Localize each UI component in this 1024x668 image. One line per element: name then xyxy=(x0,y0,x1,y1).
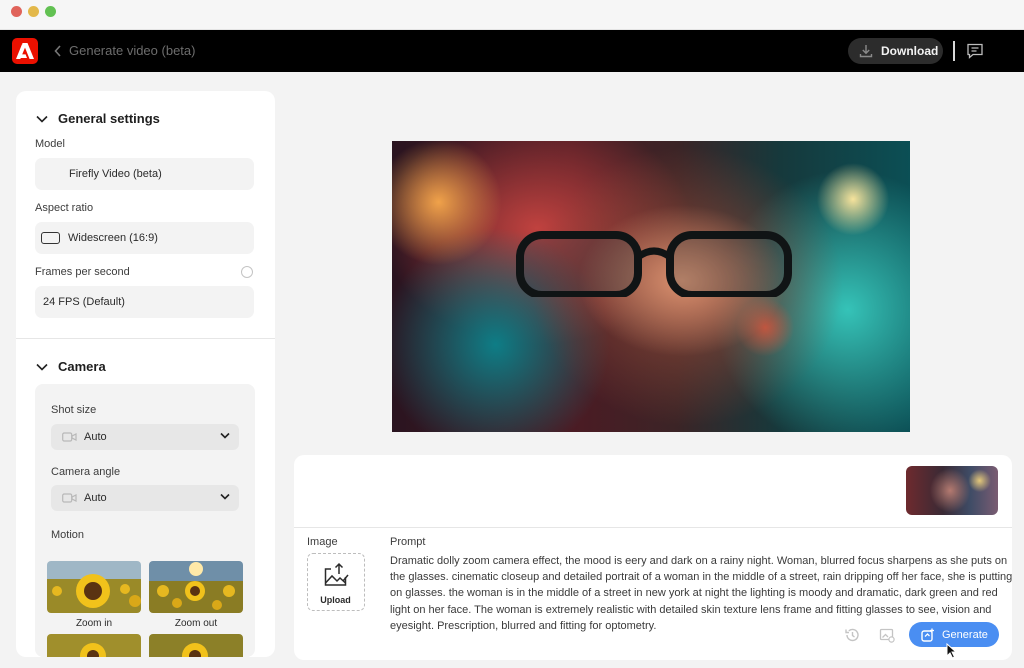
close-window-button[interactable] xyxy=(11,6,22,17)
download-icon xyxy=(859,45,873,58)
camera-angle-select[interactable]: Auto xyxy=(51,485,239,511)
back-chevron-icon[interactable] xyxy=(52,43,64,59)
general-settings-title: General settings xyxy=(58,111,160,126)
prompt-divider xyxy=(294,527,1012,528)
generate-video-icon xyxy=(921,628,934,642)
general-settings-header[interactable]: General settings xyxy=(36,111,160,126)
fps-label: Frames per second xyxy=(35,266,130,278)
chevron-down-icon xyxy=(36,115,48,123)
camera-angle-value: Auto xyxy=(84,492,107,504)
info-icon[interactable] xyxy=(241,266,253,278)
widescreen-icon xyxy=(41,232,60,244)
sunflower-image xyxy=(47,634,141,657)
video-preview[interactable] xyxy=(392,141,910,432)
generated-video-thumbnail[interactable] xyxy=(906,466,998,515)
model-selector[interactable]: Firefly Video (beta) xyxy=(35,158,254,190)
header-divider xyxy=(953,41,955,61)
glasses-shape xyxy=(516,231,792,297)
shot-size-value: Auto xyxy=(84,431,107,443)
motion-label: Motion xyxy=(51,529,85,541)
motion-option-3[interactable] xyxy=(47,634,141,657)
motion-option-zoom-in[interactable] xyxy=(47,561,141,613)
chevron-down-icon xyxy=(220,493,230,500)
panel-divider xyxy=(16,338,275,339)
camera-angle-label: Camera angle xyxy=(51,466,121,478)
camera-section-title: Camera xyxy=(58,359,106,374)
model-label: Model xyxy=(35,138,65,150)
prompt-label: Prompt xyxy=(390,536,426,548)
motion-option-4[interactable] xyxy=(149,634,243,657)
sunflower-image xyxy=(149,634,243,657)
aspect-ratio-label: Aspect ratio xyxy=(35,202,94,214)
motion-label-zoom-in: Zoom in xyxy=(75,618,113,629)
aspect-ratio-value: Widescreen (16:9) xyxy=(68,232,158,244)
mouse-cursor-icon xyxy=(946,643,958,659)
generate-label: Generate xyxy=(942,628,988,641)
maximize-window-button[interactable] xyxy=(45,6,56,17)
shot-size-select[interactable]: Auto xyxy=(51,424,239,450)
page-title: Generate video (beta) xyxy=(69,43,196,58)
download-button[interactable]: Download xyxy=(848,38,943,64)
download-label: Download xyxy=(881,44,939,58)
upload-label: Upload xyxy=(320,595,351,605)
aspect-ratio-selector[interactable]: Widescreen (16:9) xyxy=(35,222,254,254)
image-upload-icon xyxy=(324,562,349,586)
chevron-down-icon xyxy=(220,432,230,439)
app-header: Generate video (beta) Download xyxy=(0,30,1024,72)
video-camera-icon xyxy=(62,493,77,503)
image-label: Image xyxy=(307,536,338,548)
window-titlebar xyxy=(0,0,1024,30)
sunflower-image xyxy=(47,561,141,613)
shot-size-label: Shot size xyxy=(51,404,97,416)
motion-label-zoom-out: Zoom out xyxy=(174,618,218,629)
adobe-logo[interactable] xyxy=(12,38,38,64)
upload-image-button[interactable]: Upload xyxy=(307,553,365,611)
model-value: Firefly Video (beta) xyxy=(69,168,162,180)
camera-section-header[interactable]: Camera xyxy=(36,359,106,374)
video-camera-icon xyxy=(62,432,77,442)
fps-value: 24 FPS (Default) xyxy=(43,296,125,308)
image-settings-icon[interactable] xyxy=(879,627,895,643)
sunflower-image xyxy=(149,561,243,613)
chevron-down-icon xyxy=(36,363,48,371)
fps-selector[interactable]: 24 FPS (Default) xyxy=(35,286,254,318)
minimize-window-button[interactable] xyxy=(28,6,39,17)
motion-option-zoom-out[interactable] xyxy=(149,561,243,613)
feedback-icon[interactable] xyxy=(966,42,984,60)
history-icon[interactable] xyxy=(844,627,860,643)
